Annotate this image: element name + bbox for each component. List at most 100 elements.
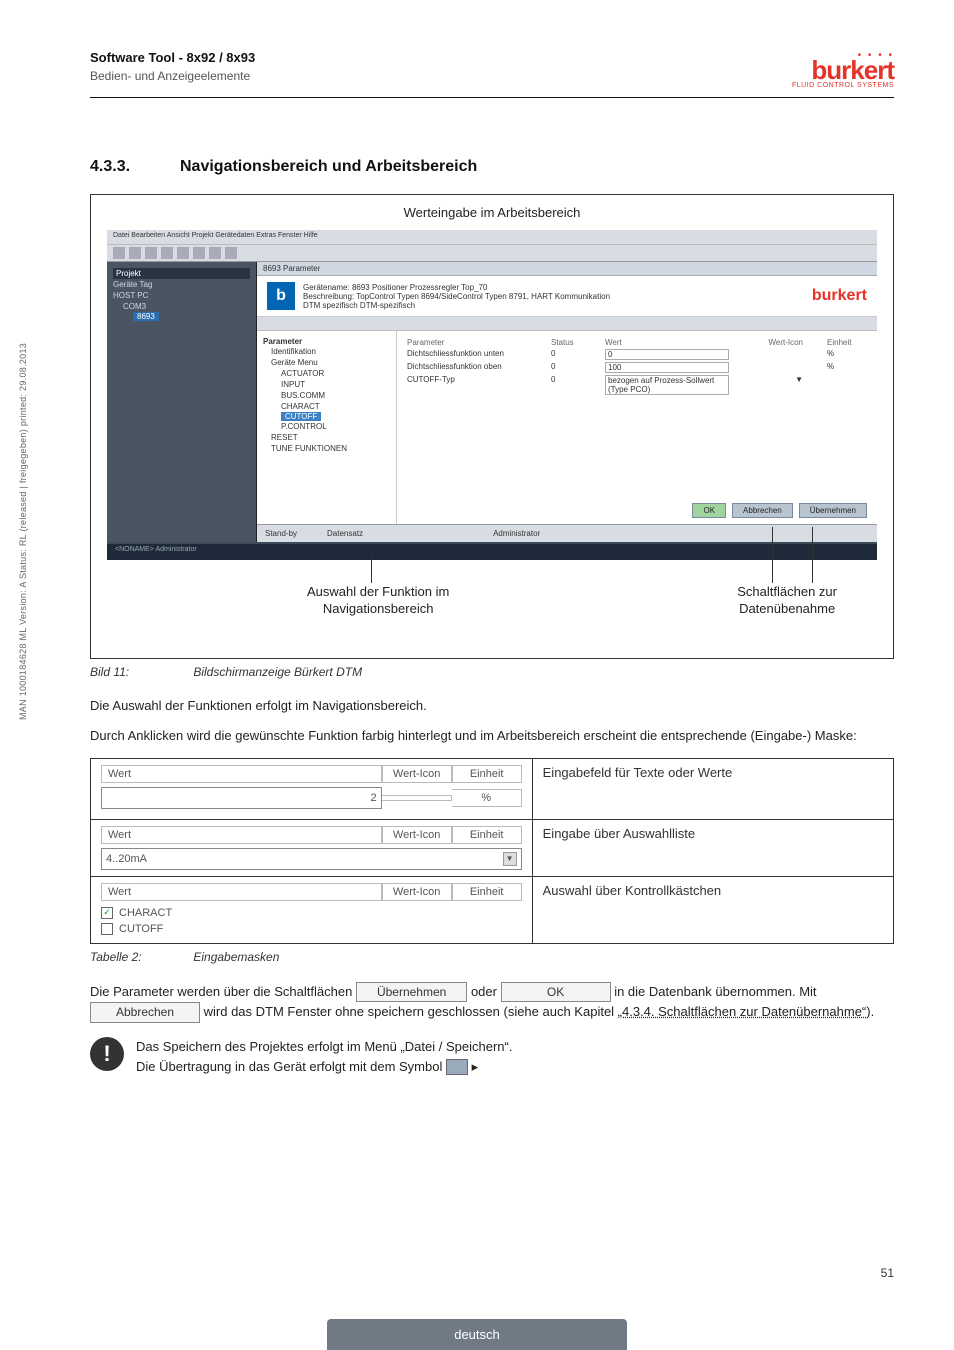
ss-cell: 100 xyxy=(605,362,729,373)
ss-cell xyxy=(827,375,867,395)
doc-meta-sidebar: MAN 1000184628 ML Version: A Status: RL … xyxy=(18,343,28,720)
note-box: ! Das Speichern des Projektes erfolgt im… xyxy=(90,1037,894,1076)
ss-nav-item-selected: CUTOFF xyxy=(281,412,321,421)
toolbar-icon xyxy=(209,247,221,259)
toolbar-icon xyxy=(177,247,189,259)
note-line: Die Übertragung in das Gerät erfolgt mit… xyxy=(136,1057,512,1077)
mask-desc: Auswahl über Kontrollkästchen xyxy=(532,876,893,943)
ss-sub-toolbar xyxy=(257,317,877,331)
paragraph: Durch Anklicken wird die gewünschte Funk… xyxy=(90,727,894,745)
checkbox-label: CUTOFF xyxy=(119,923,163,935)
ss-tree-item-selected: 8693 xyxy=(133,312,159,321)
brand-logo: • • • • burkert FLUID CONTROL SYSTEMS xyxy=(792,50,894,89)
ss-banner-icon: b xyxy=(267,282,295,310)
language-tab: deutsch xyxy=(327,1319,627,1350)
cross-reference-link[interactable]: „4.3.4. Schaltflächen zur Datenübernahme… xyxy=(618,1004,867,1019)
cancel-button-inline: Abbrechen xyxy=(90,1002,200,1023)
ss-cancel-button: Abbrechen xyxy=(732,503,793,518)
doc-subtitle: Bedien- und Anzeigeelemente xyxy=(90,69,255,83)
ss-col-header: Wert-Icon xyxy=(753,338,803,347)
mini-cell: % xyxy=(452,789,522,807)
mini-header: Wert xyxy=(101,826,382,844)
ss-cell: Dichtschliessfunktion unten xyxy=(407,349,527,360)
paragraph: Die Parameter werden über die Schaltfläc… xyxy=(90,982,894,1024)
figure-top-annotation: Werteingabe im Arbeitsbereich xyxy=(107,205,877,220)
table-caption: Tabelle 2: Eingabemasken xyxy=(90,950,894,964)
ss-tree-item: HOST PC xyxy=(113,290,250,301)
section-number: 4.3.3. xyxy=(90,158,180,176)
toolbar-icon xyxy=(129,247,141,259)
ss-banner-value: TopControl Typen 8694/SideControl Typen … xyxy=(356,292,610,301)
ss-banner-logo: burkert xyxy=(812,287,867,305)
ss-col-header: Parameter xyxy=(407,338,527,347)
note-line: Das Speichern des Projektes erfolgt im M… xyxy=(136,1037,512,1057)
mini-header: Einheit xyxy=(452,765,522,783)
ss-status-item: Stand-by xyxy=(265,529,297,538)
mask-desc: Eingabefeld für Texte oder Werte xyxy=(532,758,893,819)
mini-header: Einheit xyxy=(452,883,522,901)
ss-menubar: Datei Bearbeiten Ansicht Projekt Geräted… xyxy=(107,230,877,244)
mask-desc: Eingabe über Auswahlliste xyxy=(532,819,893,876)
toolbar-icon xyxy=(193,247,205,259)
transfer-symbol-icon xyxy=(446,1059,468,1075)
paragraph: Die Auswahl der Funktionen erfolgt im Na… xyxy=(90,697,894,715)
apply-button-inline: Übernehmen xyxy=(356,982,467,1003)
toolbar-icon xyxy=(225,247,237,259)
ss-tree-item: Geräte Tag xyxy=(113,279,250,290)
ss-col-header: Status xyxy=(551,338,581,347)
figure-annotation-left: Auswahl der Funktion imNavigationsbereic… xyxy=(307,584,449,618)
ss-nav-item: CHARACT xyxy=(263,401,390,412)
annotation-line xyxy=(371,555,372,583)
ss-nav-item: BUS.COMM xyxy=(263,390,390,401)
ss-project-tree: Projekt Geräte Tag HOST PC COM3 8693 xyxy=(107,262,257,542)
section-title: Navigationsbereich und Arbeitsbereich xyxy=(180,158,477,175)
mini-header: Wert-Icon xyxy=(382,826,452,844)
ss-cell: % xyxy=(827,349,867,360)
ss-cell xyxy=(753,362,803,373)
ss-status-item: Datensatz xyxy=(327,529,363,538)
page-number: 51 xyxy=(881,1266,894,1280)
ss-nav-item: TUNE FUNKTIONEN xyxy=(263,443,390,454)
ss-nav-header: Parameter xyxy=(263,337,390,346)
ss-col-header: Einheit xyxy=(827,338,867,347)
attention-icon: ! xyxy=(90,1037,124,1071)
ss-cell: Dichtschliessfunktion oben xyxy=(407,362,527,373)
ss-nav-item: P.CONTROL xyxy=(263,421,390,432)
ss-tree-item: COM3 xyxy=(113,301,250,312)
toolbar-icon xyxy=(161,247,173,259)
ss-banner-label: Beschreibung: xyxy=(303,292,354,301)
ss-cell xyxy=(753,349,803,360)
table-caption-text: Eingabemasken xyxy=(193,950,279,964)
ss-status-bar: Stand-by Datensatz Administrator xyxy=(257,524,877,542)
dtm-screenshot: Datei Bearbeiten Ansicht Projekt Geräted… xyxy=(107,230,877,560)
annotation-line xyxy=(772,527,773,583)
chevron-down-icon: ▼ xyxy=(503,852,517,866)
mini-cell xyxy=(382,795,452,801)
ss-banner-label: DTM spezifisch xyxy=(303,301,358,310)
ss-work-table: Parameter Status Wert Wert-Icon Einheit … xyxy=(397,331,877,524)
ss-cell: CUTOFF-Typ xyxy=(407,375,527,395)
table-caption-label: Tabelle 2: xyxy=(90,950,190,964)
text-input-sample: 2 xyxy=(101,787,382,809)
ss-cell: ▼ xyxy=(753,375,803,395)
ss-banner: b Gerätename: 8693 Positioner Prozessreg… xyxy=(257,276,877,317)
ss-tab: 8693 Parameter xyxy=(257,262,877,276)
brand-logo-sub: FLUID CONTROL SYSTEMS xyxy=(792,82,894,89)
ss-nav-item: Geräte Menu xyxy=(263,357,390,368)
select-input-sample: 4..20mA ▼ xyxy=(101,848,522,870)
ss-banner-value: DTM-spezifisch xyxy=(360,301,415,310)
figure-annotation-right: Schaltflächen zurDatenübenahme xyxy=(737,584,837,618)
figure-caption-text: Bildschirmanzeige Bürkert DTM xyxy=(193,665,362,679)
brand-logo-text: burkert xyxy=(792,59,894,82)
figure-container: Werteingabe im Arbeitsbereich Datei Bear… xyxy=(90,194,894,659)
ss-cell: 0 xyxy=(551,375,581,395)
checkbox-checked-icon: ✓ xyxy=(101,907,113,919)
ss-toolbar xyxy=(107,244,877,262)
section-heading: 4.3.3.Navigationsbereich und Arbeitsbere… xyxy=(90,158,894,176)
ss-status-item: Administrator xyxy=(493,529,540,538)
figure-caption: Bild 11: Bildschirmanzeige Bürkert DTM xyxy=(90,665,894,679)
mini-header: Einheit xyxy=(452,826,522,844)
checkbox-sample: CUTOFF xyxy=(101,921,522,937)
ss-apply-button: Übernehmen xyxy=(799,503,867,518)
ss-footer-bar: <NONAME> Administrator xyxy=(107,544,877,560)
